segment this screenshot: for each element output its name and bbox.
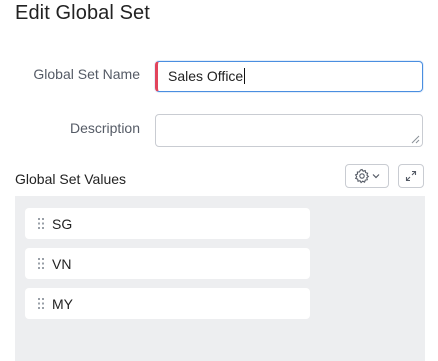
expand-icon	[405, 170, 417, 182]
list-item-label: SG	[52, 215, 73, 232]
resize-grip-icon[interactable]	[410, 134, 420, 144]
global-set-name-input[interactable]: Sales Office	[155, 61, 423, 92]
drag-handle-icon[interactable]	[38, 218, 44, 229]
global-set-values-heading: Global Set Values	[15, 171, 127, 187]
gear-icon	[354, 168, 370, 184]
list-item-label: MY	[52, 295, 73, 312]
drag-handle-icon[interactable]	[38, 258, 44, 269]
expand-button[interactable]	[398, 164, 424, 188]
description-label: Description	[69, 120, 140, 136]
edit-global-set-page: Edit Global Set Global Set Name Sales Of…	[0, 0, 438, 361]
global-set-name-value: Sales Office	[168, 68, 244, 84]
description-textarea[interactable]	[155, 114, 423, 147]
list-item-label: VN	[52, 255, 72, 272]
drag-handle-icon[interactable]	[38, 298, 44, 309]
list-item[interactable]: SG	[25, 208, 310, 239]
text-caret	[244, 68, 246, 84]
chevron-down-icon	[372, 174, 380, 179]
global-set-values-list: SG VN MY	[15, 196, 425, 361]
list-item[interactable]: VN	[25, 248, 310, 279]
global-set-name-label: Global Set Name	[33, 66, 140, 82]
page-title: Edit Global Set	[15, 2, 150, 24]
settings-dropdown-button[interactable]	[345, 164, 389, 188]
list-item[interactable]: MY	[25, 288, 310, 319]
